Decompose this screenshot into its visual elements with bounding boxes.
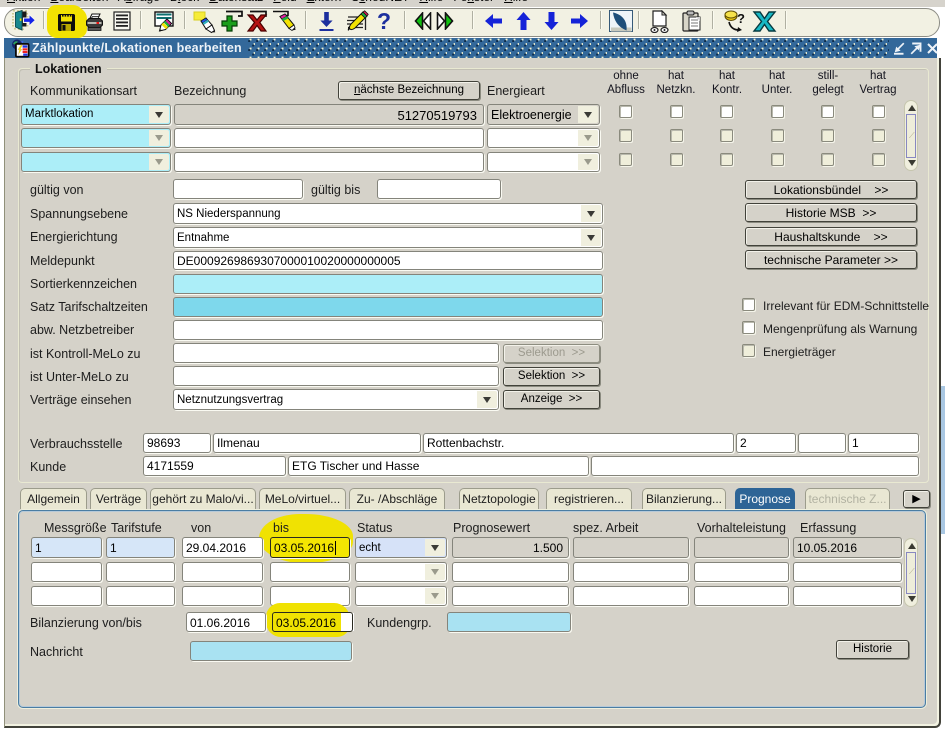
svg-text:?: ?	[737, 11, 745, 26]
